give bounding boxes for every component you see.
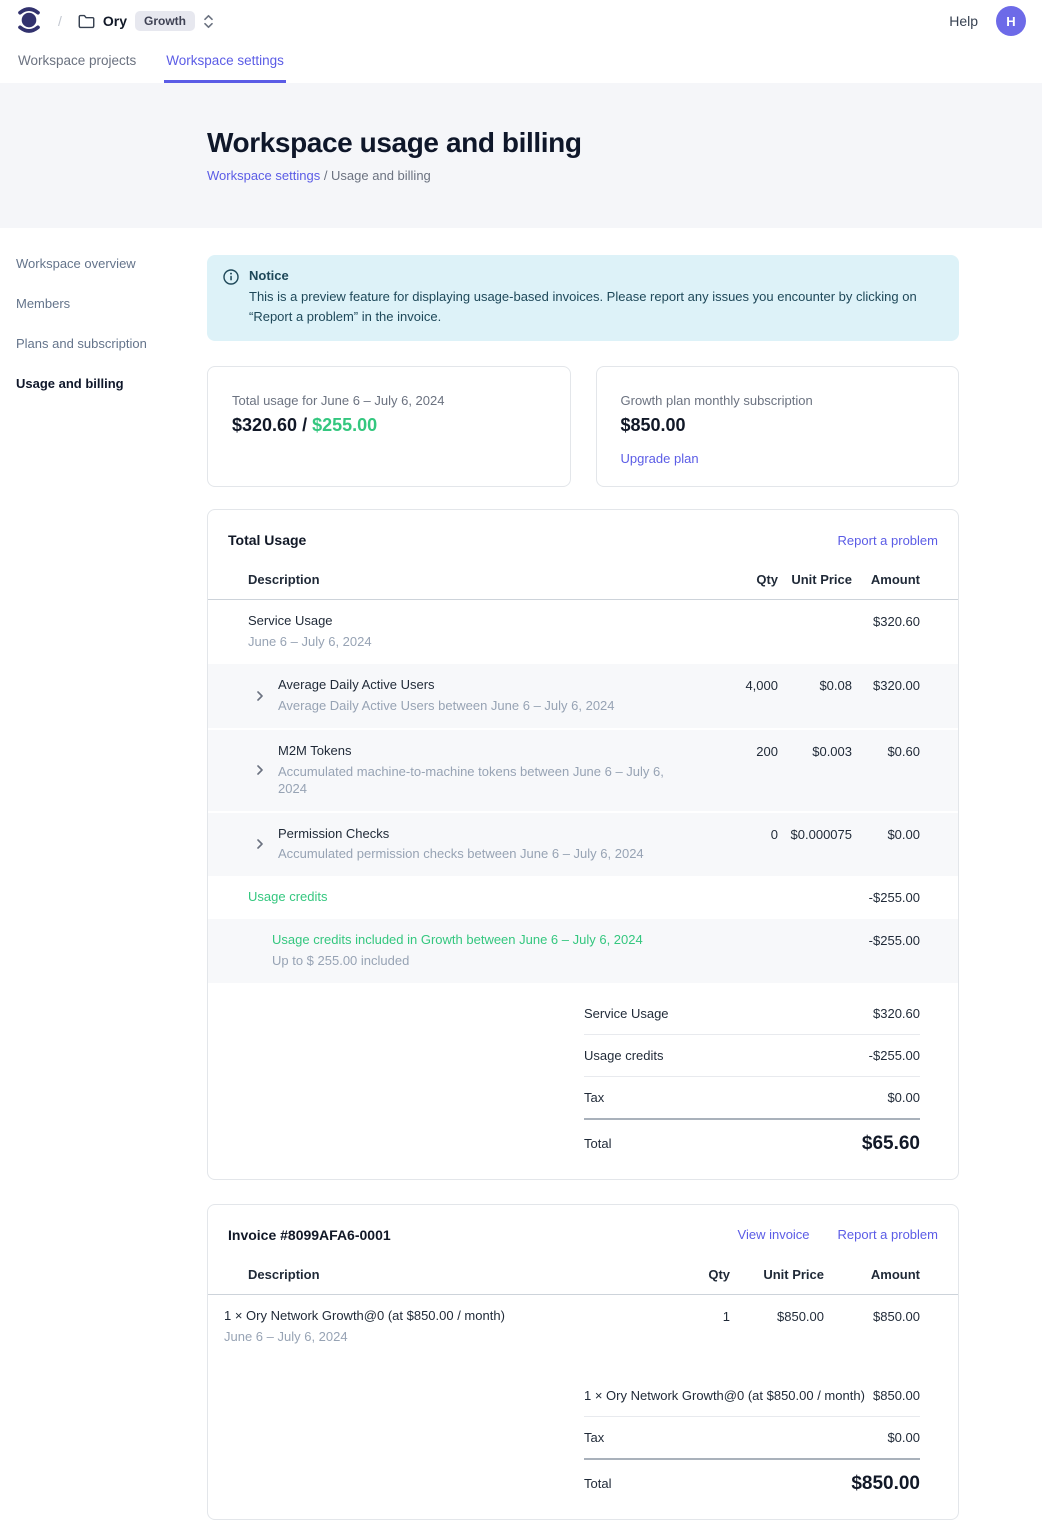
- table-header: Description Qty Unit Price Amount: [208, 572, 958, 600]
- report-problem-link[interactable]: Report a problem: [838, 533, 938, 548]
- notice-title: Notice: [249, 268, 939, 283]
- column-qty: Qty: [640, 1267, 730, 1282]
- table-row: Average Daily Active Users Average Daily…: [208, 664, 958, 728]
- sidebar-item-plans-subscription[interactable]: Plans and subscription: [16, 336, 207, 351]
- chevron-right-icon[interactable]: [252, 688, 268, 704]
- workspace-switcher[interactable]: Ory Growth: [78, 11, 214, 31]
- column-amount: Amount: [852, 572, 920, 587]
- breadcrumb: Workspace settings / Usage and billing: [207, 168, 1042, 183]
- usage-card-title: Total Usage: [228, 532, 306, 548]
- table-header: Description Qty Unit Price Amount: [208, 1267, 958, 1295]
- totals-row: Tax $0.00: [584, 1417, 920, 1460]
- table-row: M2M Tokens Accumulated machine-to-machin…: [208, 730, 958, 811]
- total-usage-value: $320.60 / $255.00: [232, 415, 546, 436]
- info-icon: [223, 268, 239, 327]
- column-qty: Qty: [678, 572, 778, 587]
- chevron-updown-icon: [203, 14, 214, 29]
- breadcrumb-settings-link[interactable]: Workspace settings: [207, 168, 320, 183]
- usage-invoice-card: Total Usage Report a problem Description…: [207, 509, 959, 1180]
- totals-row: Tax $0.00: [584, 1077, 920, 1120]
- column-unit-price: Unit Price: [730, 1267, 824, 1282]
- total-usage-label: Total usage for June 6 – July 6, 2024: [232, 393, 546, 408]
- help-link[interactable]: Help: [949, 13, 978, 29]
- totals-row: Usage credits -$255.00: [584, 1035, 920, 1077]
- column-amount: Amount: [824, 1267, 920, 1282]
- subscription-value: $850.00: [621, 415, 935, 436]
- sidebar-item-usage-billing[interactable]: Usage and billing: [16, 376, 207, 391]
- totals-row: Service Usage $320.60: [584, 993, 920, 1035]
- settings-sidebar: Workspace overview Members Plans and sub…: [0, 228, 207, 1520]
- invoice-card: Invoice #8099AFA6-0001 View invoice Repo…: [207, 1204, 959, 1520]
- column-unit-price: Unit Price: [778, 572, 852, 587]
- column-description: Description: [248, 1267, 640, 1282]
- totals-row: 1 × Ory Network Growth@0 (at $850.00 / m…: [584, 1375, 920, 1417]
- user-avatar[interactable]: H: [996, 6, 1026, 36]
- folder-icon: [78, 14, 95, 29]
- ory-logo-icon[interactable]: [16, 6, 42, 37]
- top-bar: / Ory Growth Help H: [0, 0, 1042, 42]
- page-title: Workspace usage and billing: [207, 127, 1042, 159]
- usage-totals: Service Usage $320.60 Usage credits -$25…: [584, 993, 920, 1157]
- usage-credit-value: $255.00: [312, 415, 377, 435]
- chevron-right-icon[interactable]: [252, 836, 268, 852]
- invoice-totals: 1 × Ory Network Growth@0 (at $850.00 / m…: [584, 1375, 920, 1497]
- table-row: 1 × Ory Network Growth@0 (at $850.00 / m…: [208, 1295, 958, 1359]
- workspace-name: Ory: [103, 13, 127, 29]
- report-problem-link[interactable]: Report a problem: [838, 1227, 938, 1242]
- subscription-label: Growth plan monthly subscription: [621, 393, 935, 408]
- breadcrumb-current: Usage and billing: [331, 168, 431, 183]
- table-row: Service Usage June 6 – July 6, 2024 $320…: [208, 600, 958, 664]
- table-row: Usage credits -$255.00: [208, 876, 958, 919]
- plan-badge: Growth: [135, 11, 195, 31]
- chevron-right-icon[interactable]: [252, 762, 268, 778]
- grand-total-row: Total $65.60: [584, 1120, 920, 1157]
- upgrade-plan-link[interactable]: Upgrade plan: [621, 451, 699, 466]
- invoice-title: Invoice #8099AFA6-0001: [228, 1227, 391, 1243]
- tab-workspace-projects[interactable]: Workspace projects: [16, 42, 138, 83]
- column-description: Description: [248, 572, 678, 587]
- subscription-card: Growth plan monthly subscription $850.00…: [596, 366, 960, 487]
- main-content: Notice This is a preview feature for dis…: [207, 228, 959, 1520]
- grand-total-row: Total $850.00: [584, 1460, 920, 1497]
- breadcrumb-separator: /: [58, 13, 62, 29]
- table-row: Permission Checks Accumulated permission…: [208, 813, 958, 877]
- notice-body: This is a preview feature for displaying…: [249, 287, 939, 327]
- notice-banner: Notice This is a preview feature for dis…: [207, 255, 959, 341]
- page-header: Workspace usage and billing Workspace se…: [0, 83, 1042, 228]
- view-invoice-link[interactable]: View invoice: [738, 1227, 810, 1242]
- sidebar-item-members[interactable]: Members: [16, 296, 207, 311]
- breadcrumb-separator: /: [320, 168, 331, 183]
- table-row: Usage credits included in Growth between…: [208, 919, 958, 983]
- workspace-tabs: Workspace projects Workspace settings: [0, 42, 1042, 83]
- sidebar-item-workspace-overview[interactable]: Workspace overview: [16, 256, 207, 271]
- total-usage-card: Total usage for June 6 – July 6, 2024 $3…: [207, 366, 571, 487]
- tab-workspace-settings[interactable]: Workspace settings: [164, 42, 286, 83]
